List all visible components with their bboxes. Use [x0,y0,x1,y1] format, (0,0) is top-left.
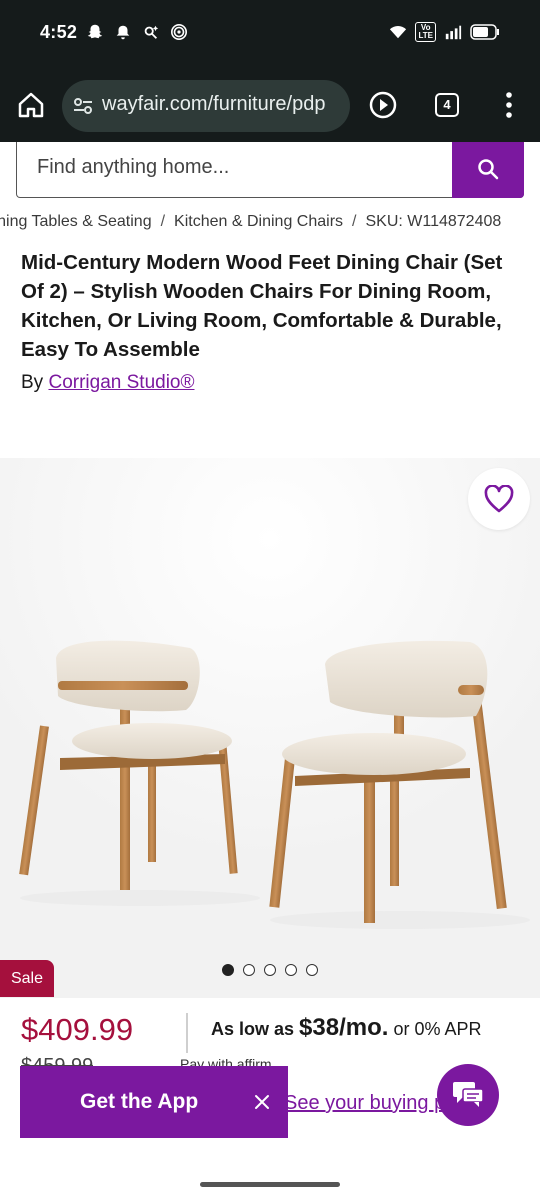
price-divider [186,1013,188,1053]
financing-offer: As low as $38/mo. or 0% APR [211,1014,482,1041]
chat-button[interactable] [437,1064,499,1126]
chat-icon [453,1082,484,1107]
gesture-nav-bar[interactable] [200,1182,340,1187]
get-app-label[interactable]: Get the App [80,1090,198,1114]
assistant-icon [144,25,159,39]
search-icon [478,159,499,180]
more-options-icon[interactable] [499,91,519,119]
product-image-gallery[interactable] [0,458,540,998]
carousel-indicators [222,964,318,976]
carousel-dot[interactable] [264,964,276,976]
brand-link[interactable]: Corrigan Studio® [48,372,194,393]
carousel-dot[interactable] [306,964,318,976]
breadcrumb-separator: / [160,213,166,230]
close-icon[interactable] [254,1094,270,1110]
search-bar: Find anything home... [16,142,524,198]
product-title: Mid-Century Modern Wood Feet Dining Chai… [21,251,503,361]
browser-toolbar: wayfair.com/furniture/pdp 4 [0,70,540,142]
heart-icon [484,485,514,513]
snapchat-icon [87,24,103,39]
address-bar[interactable]: wayfair.com/furniture/pdp [62,80,350,132]
breadcrumb-item[interactable]: Kitchen & Dining Chairs [174,213,343,231]
search-input[interactable]: Find anything home... [37,156,229,179]
sale-price: $409.99 [21,1012,134,1047]
favorite-button[interactable] [468,468,530,530]
carousel-dot[interactable] [285,964,297,976]
home-icon[interactable] [16,90,46,120]
breadcrumb-separator: / [352,213,357,230]
site-settings-icon[interactable] [72,95,94,117]
carousel-dot[interactable] [222,964,234,976]
wifi-icon [390,26,407,39]
breadcrumb-sku: SKU: W114872408 [365,213,502,230]
breadcrumb: Dining Tables & Seating / Kitchen & Dini… [0,212,540,236]
status-time: 4:52 [40,22,78,42]
product-byline: By Corrigan Studio® [21,372,195,393]
sale-badge: Sale [0,960,54,997]
play-icon[interactable] [369,91,397,119]
signal-icon [445,25,462,40]
product-image[interactable] [0,458,540,998]
get-app-banner[interactable]: Get the App [20,1066,288,1138]
tab-switcher-button[interactable]: 4 [435,93,459,117]
bell-icon [116,25,130,40]
volte-badge: Vo LTE [415,22,436,42]
breadcrumb-item[interactable]: Dining Tables & Seating [0,213,152,231]
status-bar: 4:52 Vo LTE [0,0,540,70]
carousel-dot[interactable] [243,964,255,976]
url-text[interactable]: wayfair.com/furniture/pdp [102,93,325,116]
hotspot-icon [170,23,188,41]
search-button[interactable] [452,142,524,198]
battery-icon [470,24,499,40]
